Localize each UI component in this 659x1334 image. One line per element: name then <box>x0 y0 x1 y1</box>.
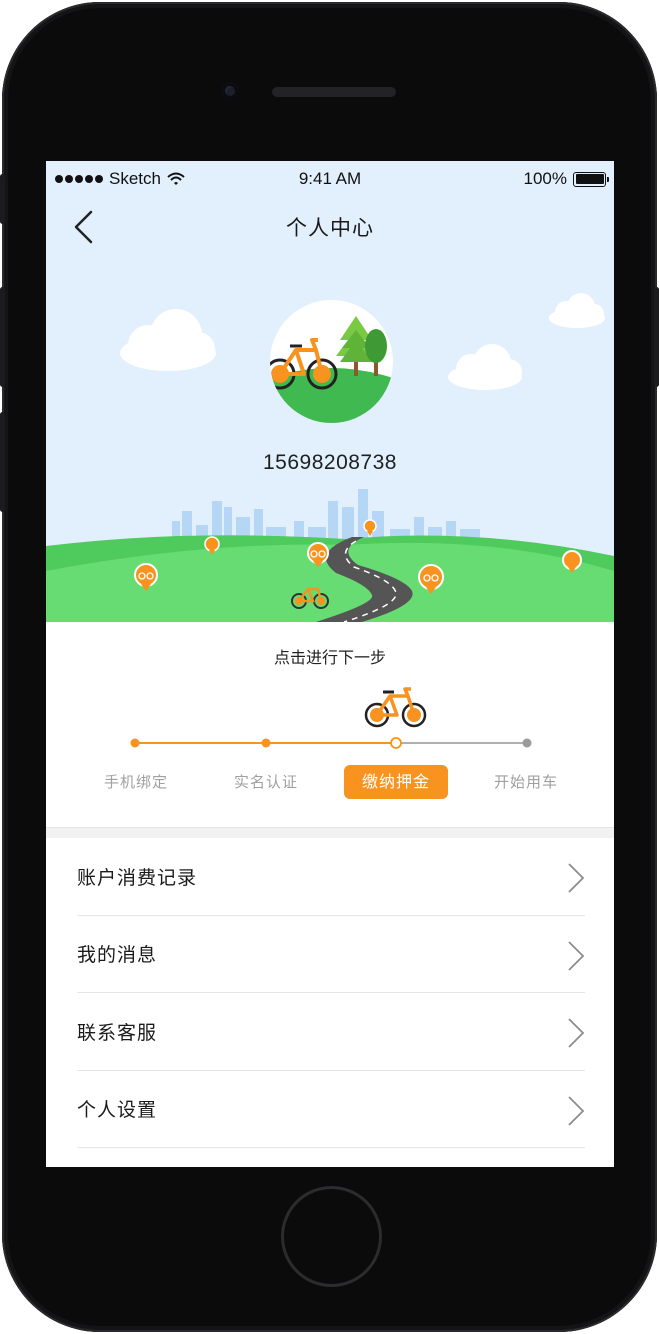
step-dot-1 <box>130 738 140 748</box>
progress-steps: 手机绑定 实名认证 缴纳押金 开始用车 <box>46 622 614 827</box>
earpiece-speaker <box>272 87 396 97</box>
menu-item-label: 我的消息 <box>77 944 158 967</box>
chevron-right-icon <box>568 1095 585 1126</box>
menu-item-label: 联系客服 <box>77 1021 158 1044</box>
cloud-icon <box>120 309 216 371</box>
power-button <box>654 287 659 387</box>
menu-list: 账户消费记录 我的消息 联系客服 个人设置 <box>46 838 614 1148</box>
home-button[interactable] <box>281 1186 382 1287</box>
step-start-riding[interactable]: 开始用车 <box>474 765 578 799</box>
app-screen: 15698208738 Sketch 9:41 AM 100% 个人中心 点击进… <box>46 161 614 1167</box>
menu-item-personal-settings[interactable]: 个人设置 <box>77 1071 585 1148</box>
front-camera <box>222 83 238 99</box>
step-dot-2 <box>261 738 271 748</box>
menu-item-consumption-records[interactable]: 账户消费记录 <box>77 838 585 916</box>
menu-item-label: 账户消费记录 <box>77 866 198 889</box>
deposit-progress: 点击进行下一步 手机绑定 实名认证 缴纳押金 开始用车 <box>46 622 614 827</box>
battery-percent: 100% <box>523 169 567 188</box>
cloud-icon <box>549 293 605 328</box>
page-title: 个人中心 <box>286 216 374 240</box>
chevron-right-icon <box>568 1018 585 1048</box>
battery-icon <box>573 171 609 187</box>
step-phone-binding[interactable]: 手机绑定 <box>84 765 188 799</box>
status-bar: Sketch 9:41 AM 100% <box>46 161 614 197</box>
volume-up-button <box>0 287 5 387</box>
step-dot-3 <box>390 737 402 749</box>
chevron-right-icon <box>568 940 585 971</box>
menu-item-label: 个人设置 <box>77 1099 158 1122</box>
mute-switch <box>0 174 5 224</box>
step-identity-verification[interactable]: 实名认证 <box>214 765 318 799</box>
menu-item-contact-support[interactable]: 联系客服 <box>77 993 585 1071</box>
menu-item-my-messages[interactable]: 我的消息 <box>77 916 585 993</box>
landscape-illustration <box>46 489 614 622</box>
step-dot-4 <box>522 738 532 748</box>
volume-down-button <box>0 412 5 512</box>
profile-header: 15698208738 Sketch 9:41 AM 100% 个人中心 <box>46 161 614 622</box>
step-pay-deposit[interactable]: 缴纳押金 <box>344 765 448 799</box>
section-divider <box>46 827 614 838</box>
bike-park-avatar-icon <box>270 316 393 423</box>
user-avatar[interactable] <box>270 300 393 423</box>
user-phone-number: 15698208738 <box>263 451 397 474</box>
chevron-right-icon <box>568 863 585 893</box>
cloud-icon <box>448 344 522 390</box>
